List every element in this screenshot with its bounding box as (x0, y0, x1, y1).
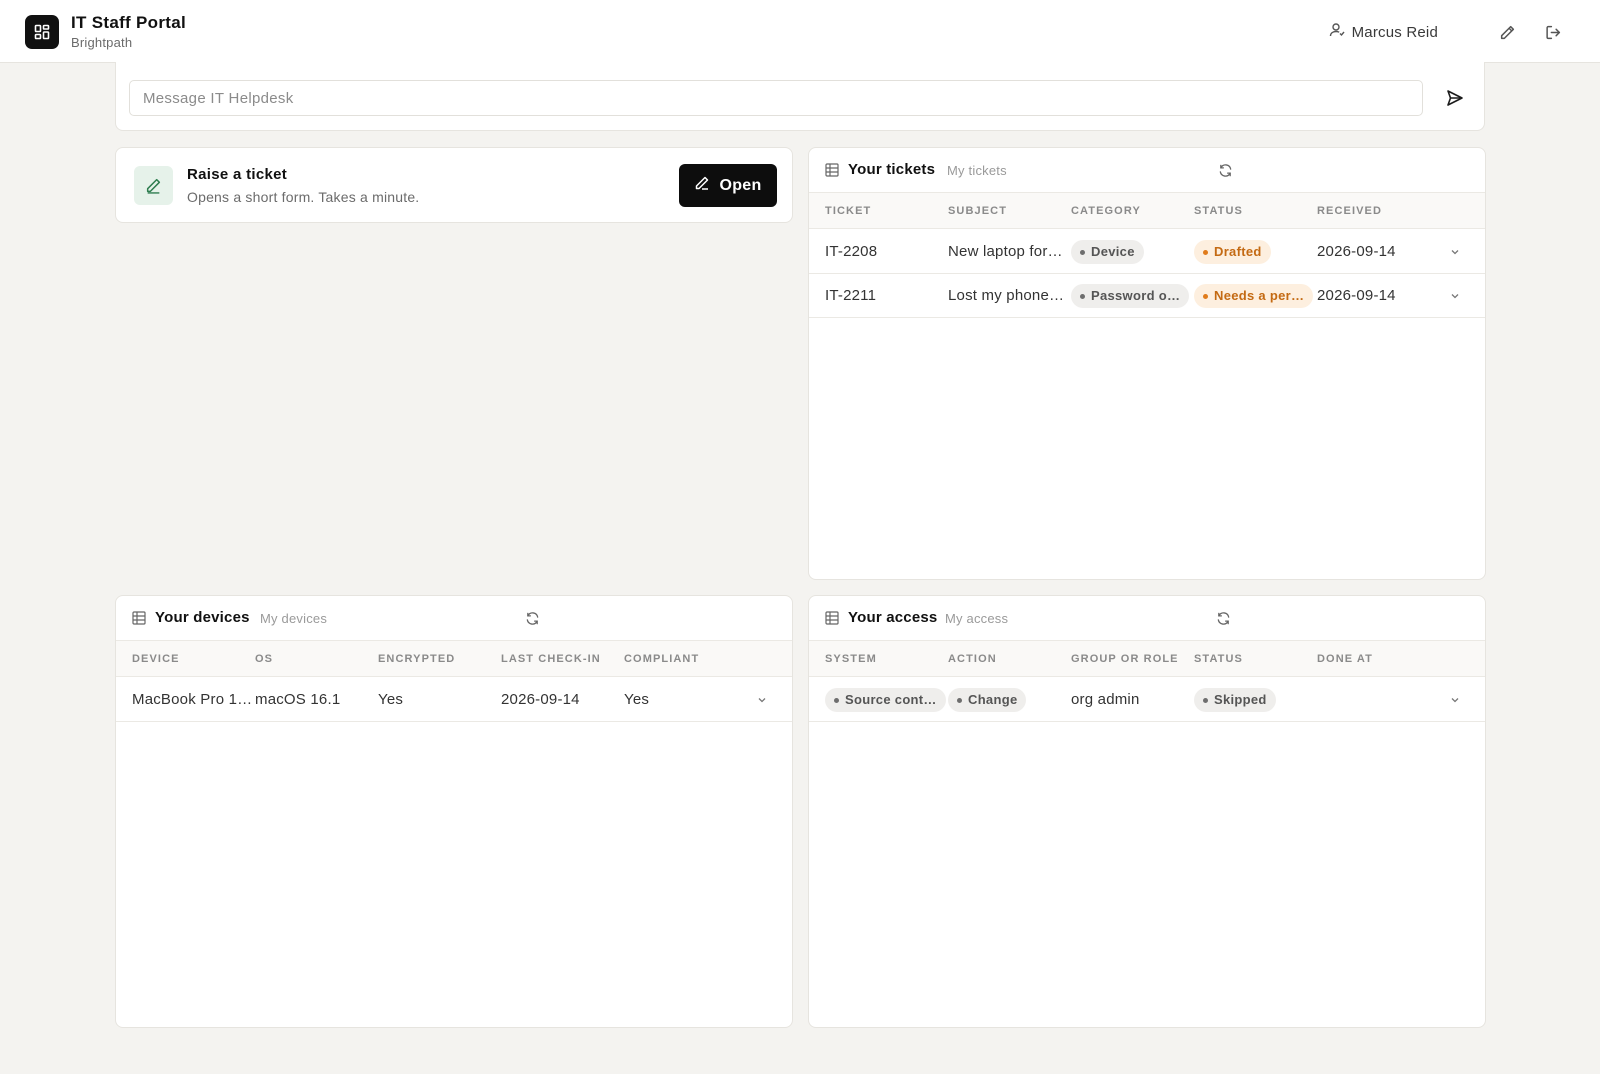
user-name: Marcus Reid (1351, 23, 1438, 41)
column-header: SYSTEM (825, 653, 877, 665)
raise-ticket-card: Raise a ticket Opens a short form. Takes… (115, 147, 793, 223)
user-icon (1329, 22, 1345, 42)
column-header: COMPLIANT (624, 653, 700, 665)
pencil-icon[interactable] (1495, 20, 1519, 44)
status-badge: Needs a per… (1194, 284, 1314, 308)
devices-panel: Your devices My devices DEVICE OS ENCRYP… (115, 595, 793, 1028)
devices-table-header: DEVICE OS ENCRYPTED LAST CHECK-IN COMPLI… (116, 641, 792, 677)
top-bar: IT Staff Portal Brightpath Marcus Reid (0, 0, 1600, 63)
chevron-down-icon[interactable] (1447, 288, 1463, 304)
open-button[interactable]: Open (679, 164, 777, 207)
table-icon (825, 611, 839, 630)
device-encrypted: Yes (378, 691, 404, 708)
column-header: ENCRYPTED (378, 653, 456, 665)
status-badge: Skipped (1194, 688, 1276, 712)
chevron-down-icon[interactable] (1447, 692, 1463, 708)
table-icon (825, 163, 839, 182)
chevron-down-icon[interactable] (754, 692, 770, 708)
open-button-label: Open (719, 176, 762, 194)
column-header: SUBJECT (948, 205, 1008, 217)
org-name: Brightpath (71, 35, 133, 50)
grid-icon[interactable] (25, 15, 59, 49)
chevron-down-icon[interactable] (1447, 244, 1463, 260)
column-header: STATUS (1194, 205, 1243, 217)
column-header: CATEGORY (1071, 205, 1141, 217)
logout-icon[interactable] (1541, 20, 1565, 44)
ticket-subject: Lost my phone… (948, 287, 1065, 304)
access-panel-header: Your access My access (809, 596, 1485, 641)
devices-panel-header: Your devices My devices (116, 596, 792, 641)
app-title: IT Staff Portal (71, 13, 187, 32)
ticket-id: IT-2211 (825, 287, 877, 304)
refresh-icon[interactable] (1213, 608, 1233, 628)
table-icon (132, 611, 146, 630)
column-header: GROUP OR ROLE (1071, 653, 1179, 665)
ticket-subject: New laptop for… (948, 243, 1063, 260)
column-header: TICKET (825, 205, 872, 217)
received-date: 2026-09-14 (1317, 243, 1396, 260)
ticket-id: IT-2208 (825, 243, 878, 260)
table-row[interactable]: Source cont… Change org admin Skipped (809, 678, 1485, 722)
raise-ticket-title: Raise a ticket (187, 166, 288, 183)
action-badge: Change (948, 688, 1027, 712)
message-input[interactable] (129, 80, 1423, 116)
column-header: OS (255, 653, 274, 665)
column-header: DONE AT (1317, 653, 1373, 665)
device-name: MacBook Pro 1… (132, 691, 253, 708)
access-panel: Your access My access SYSTEM ACTION GROU… (808, 595, 1486, 1028)
received-date: 2026-09-14 (1317, 287, 1396, 304)
table-row[interactable]: IT-2208 New laptop for… Device Drafted 2… (809, 230, 1485, 274)
tickets-panel-header: Your tickets My tickets (809, 148, 1485, 193)
tickets-subtitle: My tickets (947, 163, 1007, 178)
category-badge: Device (1071, 240, 1144, 264)
tickets-panel: Your tickets My tickets TICKET SUBJECT C… (808, 147, 1486, 580)
device-last-checkin: 2026-09-14 (501, 691, 580, 708)
device-compliant: Yes (624, 691, 650, 708)
device-os: macOS 16.1 (255, 691, 341, 708)
pencil-icon (134, 166, 173, 205)
column-header: STATUS (1194, 653, 1243, 665)
devices-subtitle: My devices (260, 611, 328, 626)
table-row[interactable]: MacBook Pro 1… macOS 16.1 Yes 2026-09-14… (116, 678, 792, 722)
column-header: LAST CHECK-IN (501, 653, 601, 665)
access-subtitle: My access (945, 611, 1009, 626)
access-table-header: SYSTEM ACTION GROUP OR ROLE STATUS DONE … (809, 641, 1485, 677)
system-badge: Source cont… (825, 688, 946, 712)
user-menu[interactable]: Marcus Reid (1329, 22, 1438, 42)
refresh-icon[interactable] (522, 608, 542, 628)
status-badge: Drafted (1194, 240, 1271, 264)
devices-title: Your devices (155, 609, 250, 626)
pencil-icon (694, 175, 710, 196)
tickets-table-header: TICKET SUBJECT CATEGORY STATUS RECEIVED (809, 193, 1485, 229)
table-row[interactable]: IT-2211 Lost my phone… Password o… Needs… (809, 274, 1485, 318)
refresh-icon[interactable] (1215, 160, 1235, 180)
tickets-title: Your tickets (848, 161, 936, 178)
message-composer (115, 62, 1485, 131)
column-header: ACTION (948, 653, 997, 665)
group-or-role: org admin (1071, 691, 1140, 708)
column-header: RECEIVED (1317, 205, 1383, 217)
access-title: Your access (848, 609, 938, 626)
category-badge: Password o… (1071, 284, 1190, 308)
column-header: DEVICE (132, 653, 180, 665)
raise-ticket-description: Opens a short form. Takes a minute. (187, 189, 420, 205)
send-icon[interactable] (1443, 86, 1467, 110)
